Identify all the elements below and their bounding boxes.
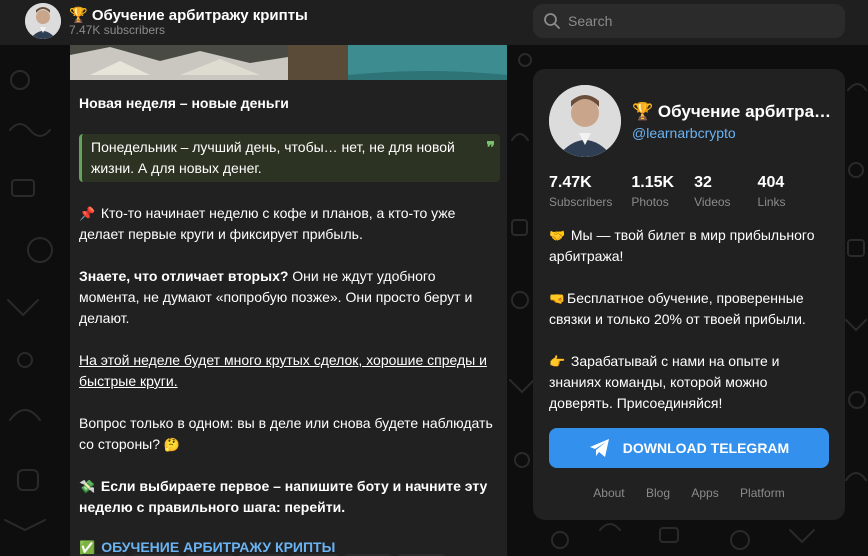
telegram-icon: [589, 439, 609, 457]
post-quote: Понедельник – лучший день, чтобы… нет, н…: [79, 134, 500, 182]
post-link-paragraph[interactable]: На этой неделе будет много крутых сделок…: [79, 350, 499, 392]
channel-post: Новая неделя – новые деньги Понедельник …: [70, 45, 507, 556]
channel-info-card: 🏆 Обучение арбитражу крипты @learnarbcry…: [533, 69, 845, 520]
search-placeholder: Search: [568, 13, 613, 29]
channel-card-avatar[interactable]: [549, 85, 621, 157]
quote-icon: ❞: [486, 140, 495, 157]
footer-link-blog[interactable]: Blog: [646, 486, 670, 500]
channel-card-name: 🏆 Обучение арбитражу крипты: [632, 102, 832, 121]
subscriber-count: 7.47K subscribers: [69, 23, 166, 37]
post-paragraph: 📌 Кто-то начинает неделю с кофе и планов…: [79, 205, 456, 242]
description-paragraph: 👉 Зарабатывай с нами на опыте и знаниях …: [549, 353, 780, 411]
channel-stats: 7.47K Subscribers 1.15K Photos 32 Videos…: [549, 174, 806, 209]
description-paragraph: 🤝 Мы — твой билет в мир прибыльного арби…: [549, 227, 815, 264]
pushpin-icon: 📌: [79, 206, 96, 221]
search-icon: [544, 13, 560, 29]
stat-videos[interactable]: 32 Videos: [694, 174, 730, 209]
footer-link-platform[interactable]: Platform: [740, 486, 785, 500]
channel-title[interactable]: 🏆 Обучение арбитражу крипты: [69, 6, 308, 24]
channel-avatar[interactable]: [25, 3, 61, 39]
search-input[interactable]: Search: [533, 4, 845, 38]
footer-link-apps[interactable]: Apps: [691, 486, 718, 500]
post-paragraph: Знаете, что отличает вторых? Они не ждут…: [79, 268, 473, 326]
footer-link-about[interactable]: About: [593, 486, 624, 500]
post-paragraph: 💸 Если выбираете первое – напишите боту …: [79, 478, 488, 515]
download-telegram-button[interactable]: DOWNLOAD TELEGRAM: [549, 428, 829, 468]
reaction-bar: [78, 551, 449, 556]
post-photo[interactable]: [70, 45, 507, 80]
thinking-face-icon: 🤔: [163, 437, 181, 452]
channel-handle[interactable]: @learnarbcrypto: [632, 125, 736, 141]
top-bar: 🏆 Обучение арбитражу крипты 7.47K subscr…: [0, 0, 868, 45]
download-telegram-label: DOWNLOAD TELEGRAM: [622, 440, 790, 456]
pointing-hand-icon: 👉: [549, 354, 566, 369]
channel-description: 🤝 Мы — твой билет в мир прибыльного арби…: [549, 225, 834, 414]
description-paragraph: 🤜 Бесплатное обучение, проверенные связки…: [549, 290, 806, 327]
stat-subscribers: 7.47K Subscribers: [549, 174, 613, 209]
stat-links[interactable]: 404 Links: [758, 174, 786, 209]
quote-text: Понедельник – лучший день, чтобы… нет, н…: [91, 139, 455, 176]
fist-icon: 🤜: [549, 291, 566, 306]
post-heading: Новая неделя – новые деньги: [79, 95, 289, 111]
footer-links: About Blog Apps Platform: [533, 486, 845, 500]
handshake-icon: 🤝: [549, 228, 566, 243]
post-body: Новая неделя – новые деньги Понедельник …: [79, 93, 500, 556]
stat-photos[interactable]: 1.15K Photos: [631, 174, 674, 209]
post-paragraph: Вопрос только в одном: вы в деле или сно…: [79, 413, 499, 455]
money-wings-icon: 💸: [79, 479, 96, 494]
